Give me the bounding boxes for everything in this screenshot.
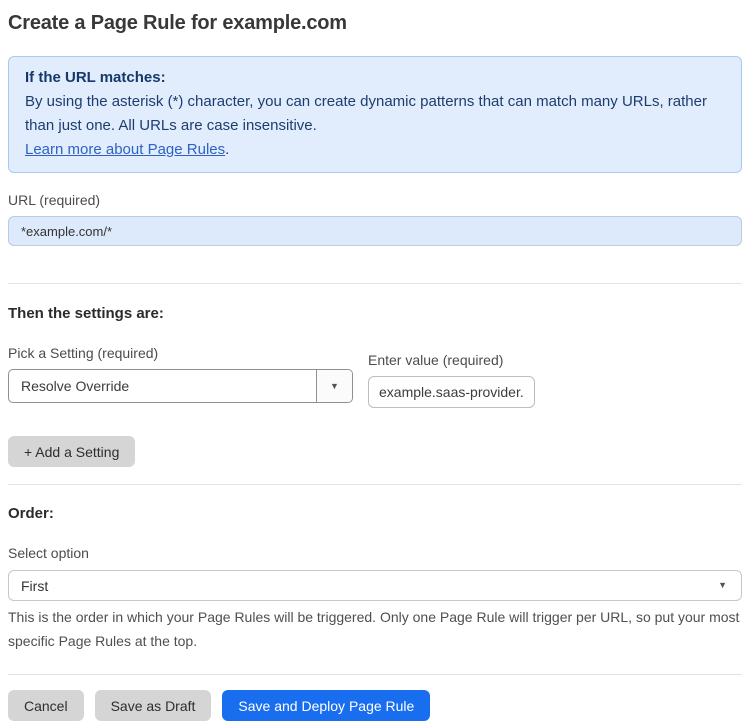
setting-picker-group: Pick a Setting (required) Resolve Overri… <box>8 345 353 403</box>
save-and-deploy-button[interactable]: Save and Deploy Page Rule <box>222 690 431 721</box>
url-field-label: URL (required) <box>8 192 101 208</box>
order-selected-value: First <box>21 577 49 594</box>
save-as-draft-button[interactable]: Save as Draft <box>94 690 212 721</box>
setting-picker-arrow-button[interactable]: ▼ <box>316 370 352 402</box>
page-title: Create a Page Rule for example.com <box>8 12 347 34</box>
add-setting-button[interactable]: + Add a Setting <box>8 436 136 467</box>
info-box-heading: If the URL matches: <box>25 69 166 86</box>
order-section-heading: Order: <box>8 505 54 522</box>
value-field-label: Enter value (required) <box>368 352 504 368</box>
url-input[interactable] <box>8 216 742 246</box>
learn-more-link[interactable]: Learn more about Page Rules <box>25 141 225 158</box>
setting-row: Pick a Setting (required) Resolve Overri… <box>8 345 742 408</box>
cancel-button[interactable]: Cancel <box>8 690 84 721</box>
setting-value-input[interactable] <box>368 376 535 408</box>
settings-section-heading: Then the settings are: <box>8 305 164 322</box>
info-box-link-line: Learn more about Page Rules. <box>25 138 725 162</box>
order-help-text: This is the order in which your Page Rul… <box>8 609 740 649</box>
form-actions: Cancel Save as Draft Save and Deploy Pag… <box>8 690 742 721</box>
divider <box>8 674 742 675</box>
divider <box>8 283 742 284</box>
create-page-rule-form: Create a Page Rule for example.com If th… <box>0 12 750 721</box>
setting-picker-dropdown[interactable]: Resolve Override ▼ <box>8 369 353 403</box>
link-suffix: . <box>225 141 230 158</box>
chevron-down-icon: ▼ <box>718 580 727 590</box>
chevron-down-icon: ▼ <box>330 380 339 391</box>
order-select-label: Select option <box>8 545 89 561</box>
url-match-info-box: If the URL matches: By using the asteris… <box>8 56 742 173</box>
setting-picker-selected-value: Resolve Override <box>21 378 130 394</box>
info-box-body: By using the asterisk (*) character, you… <box>25 93 707 134</box>
order-select-dropdown[interactable]: First ▼ <box>8 570 742 601</box>
setting-picker-label: Pick a Setting (required) <box>8 345 159 361</box>
divider <box>8 484 742 485</box>
setting-value-group: Enter value (required) <box>368 345 535 408</box>
